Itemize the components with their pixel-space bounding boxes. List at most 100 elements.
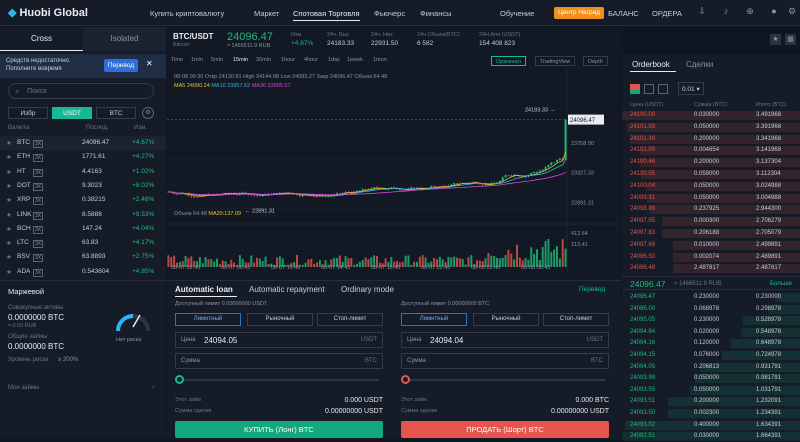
orderbook-row[interactable]: 24097.95 0.000300 2.706279: [622, 217, 800, 227]
orderbook-row[interactable]: 24100.00 0.030000 3.491968: [622, 111, 800, 120]
interval-1mon[interactable]: 1mon: [373, 57, 387, 63]
sell-price-field[interactable]: Цена 24094.04 USDT: [401, 332, 609, 348]
tab-automatic-repayment[interactable]: Automatic repayment: [249, 285, 325, 294]
interval-time[interactable]: Time: [171, 57, 183, 63]
depth-asks-icon[interactable]: [658, 84, 668, 94]
kline-chart[interactable]: 23758.00 23327.33 22891.31 412.64 213.41 08-0…: [167, 69, 621, 274]
tab-cross[interactable]: Cross: [0, 27, 83, 51]
market-row[interactable]: ★ BCH 3X 147.24 +4.04%: [0, 222, 166, 236]
settings-icon[interactable]: ⚙: [142, 107, 154, 119]
interval-4hour[interactable]: 4hour: [304, 57, 318, 63]
orderbook-row[interactable]: 24096.47 0.230000 0.230000: [622, 293, 800, 302]
orderbook-row[interactable]: 24093.55 0.050000 1.031791: [622, 385, 800, 395]
interval-30min[interactable]: 30min: [256, 57, 271, 63]
star-icon[interactable]: ★: [6, 182, 12, 190]
tab-favorites[interactable]: Избр: [8, 107, 48, 119]
bell-icon[interactable]: ♪: [720, 6, 732, 18]
layout-icon[interactable]: ▦: [785, 34, 796, 45]
interval-1day[interactable]: 1day: [328, 57, 340, 63]
market-row[interactable]: ★ ETH 3X 1771.61 +4.27%: [0, 150, 166, 164]
download-icon[interactable]: ⇩: [696, 6, 708, 18]
interval-15min[interactable]: 15min: [233, 57, 248, 63]
buy-long-button[interactable]: КУПИТЬ (Лонг) BTC: [175, 421, 383, 438]
more-link[interactable]: Больше: [770, 281, 792, 287]
orderbook-row[interactable]: 24096.50 0.002074 2.489891: [622, 252, 800, 262]
nav-market[interactable]: Маркет: [254, 9, 279, 18]
market-row[interactable]: ★ LTC 3X 63.83 +4.17%: [0, 236, 166, 250]
market-row[interactable]: ★ XRP 3X 0.38215 +2.48%: [0, 193, 166, 207]
user-icon[interactable]: ●: [768, 6, 780, 18]
star-icon[interactable]: ★: [6, 153, 12, 161]
star-icon[interactable]: ★: [6, 253, 12, 261]
globe-icon[interactable]: ⊕: [744, 6, 756, 18]
sell-amount-slider[interactable]: [405, 379, 605, 381]
buy-amount-field[interactable]: Сумма BTC: [175, 353, 383, 369]
orderbook-row[interactable]: 24096.48 2.487817 2.487817: [622, 264, 800, 274]
settings-icon[interactable]: ⚙: [786, 6, 798, 18]
orderbook-row[interactable]: 24093.51 0.200000 1.232091: [622, 397, 800, 407]
view-depth[interactable]: Depth: [583, 56, 608, 66]
rewards-center-button[interactable]: Центр Наград: [554, 7, 604, 19]
precision-select[interactable]: 0.01 ▾: [678, 82, 704, 95]
tab-btc[interactable]: BTC: [96, 107, 136, 119]
orderbook-row[interactable]: 24100.05 0.059000 3.112304: [622, 170, 800, 179]
nav-orders[interactable]: ОРДЕРА: [652, 9, 682, 18]
orderbook-row[interactable]: 24097.83 0.206188 2.705079: [622, 229, 800, 238]
star-icon[interactable]: ★: [6, 239, 12, 247]
orderbook-row[interactable]: 24094.16 0.120000 0.648978: [622, 339, 800, 349]
orderbook-row[interactable]: 24094.05 0.206813 0.931791: [622, 362, 800, 372]
nav-balance[interactable]: БАЛАНС: [608, 9, 639, 18]
sell-limit-button[interactable]: Лимитный: [401, 313, 467, 326]
sell-slider-handle[interactable]: [401, 375, 410, 384]
tab-automatic-loan[interactable]: Automatic loan: [175, 285, 233, 294]
market-row[interactable]: ★ LINK 3X 8.5888 +9.53%: [0, 208, 166, 222]
star-icon[interactable]: ★: [6, 268, 12, 276]
orderbook-row[interactable]: 24096.00 0.068978 0.298978: [622, 304, 800, 314]
depth-bids-icon[interactable]: [644, 84, 654, 94]
market-row[interactable]: ★ ADA 3X 0.543604 +4.85%: [0, 265, 166, 279]
market-row[interactable]: ★ BTC 3X 24096.47 +4.67%: [0, 136, 166, 151]
orderbook-row[interactable]: 24095.05 0.230000 0.528978: [622, 316, 800, 326]
view-original[interactable]: Оригинал: [491, 56, 526, 66]
notice-transfer-button[interactable]: Перевод: [104, 59, 138, 72]
buy-amount-slider[interactable]: [179, 379, 379, 381]
interval-1min[interactable]: 1min: [191, 57, 203, 63]
nav-spot-trading[interactable]: Спотовая Торговля: [293, 9, 360, 21]
col-change[interactable]: Изм.: [134, 125, 147, 131]
sell-market-button[interactable]: Рыночный: [473, 313, 539, 326]
chevron-right-icon[interactable]: ›: [152, 384, 154, 391]
orderbook-row[interactable]: 24094.15 0.076000 0.724978: [622, 351, 800, 360]
market-row[interactable]: ★ HT 3X 4.4163 +1.02%: [0, 165, 166, 179]
orderbook-row[interactable]: 24101.59 0.050000 3.391968: [622, 122, 800, 132]
orderbook-row[interactable]: 24093.02 0.400000 1.634391: [622, 420, 800, 430]
market-search-input[interactable]: ⌕ Поиск: [8, 83, 154, 99]
nav-futures[interactable]: Фьючерс: [374, 9, 405, 18]
orderbook-row[interactable]: 24093.99 0.050000 0.981791: [622, 374, 800, 384]
nav-learn[interactable]: Обучение: [500, 9, 534, 18]
nav-finance[interactable]: Финансы: [420, 9, 452, 18]
buy-stop-limit-button[interactable]: Стоп-лимит: [317, 313, 383, 326]
orderbook-row[interactable]: 24100.04 0.050000 3.024988: [622, 181, 800, 191]
my-loans-link[interactable]: Мои займы: [8, 385, 39, 391]
tab-isolated[interactable]: Isolated: [83, 27, 166, 51]
tab-orderbook[interactable]: Orderbook: [632, 60, 670, 69]
nav-buy-crypto[interactable]: Купить криптовалюту: [150, 9, 224, 18]
orderbook-row[interactable]: 24100.46 0.200000 3.137304: [622, 158, 800, 168]
orderbook-row[interactable]: 24093.50 0.002300 1.234391: [622, 409, 800, 418]
market-row[interactable]: ★ BSV 3X 63.8893 +2.75%: [0, 250, 166, 264]
tab-ordinary-mode[interactable]: Ordinary mode: [341, 285, 394, 294]
buy-market-button[interactable]: Рыночный: [247, 313, 313, 326]
depth-both-icon[interactable]: [630, 84, 640, 94]
col-currency[interactable]: Валюта: [8, 125, 29, 131]
buy-price-field[interactable]: Цена 24094.05 USDT: [175, 332, 383, 348]
orderbook-row[interactable]: 24099.31 0.050000 3.004988: [622, 193, 800, 203]
col-last[interactable]: Послед.: [86, 125, 109, 131]
buy-slider-handle[interactable]: [175, 375, 184, 384]
sell-short-button[interactable]: ПРОДАТЬ (Шорт) BTC: [401, 421, 609, 438]
interval-1week[interactable]: 1week: [347, 57, 363, 63]
tab-trades[interactable]: Сделки: [686, 60, 713, 69]
interval-5min[interactable]: 5min: [211, 57, 223, 63]
star-icon[interactable]: ★: [6, 168, 12, 176]
tab-usdt[interactable]: USDT: [52, 107, 92, 119]
orderbook-row[interactable]: 24092.51 0.030000 1.664391: [622, 432, 800, 442]
